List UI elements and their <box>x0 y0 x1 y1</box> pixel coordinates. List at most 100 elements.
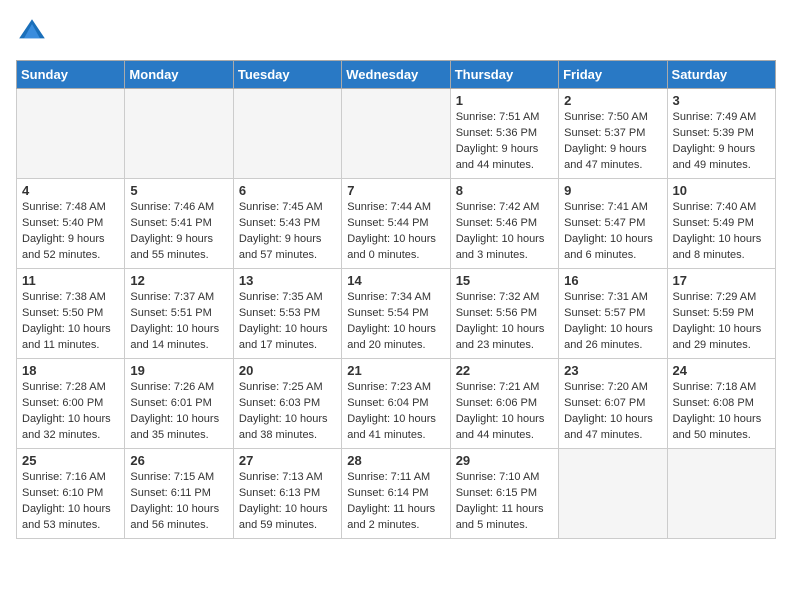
day-info: Sunrise: 7:16 AM Sunset: 6:10 PM Dayligh… <box>22 470 119 534</box>
col-header-tuesday: Tuesday <box>233 61 341 89</box>
day-number: 29 <box>456 453 553 468</box>
calendar-cell: 19 Sunrise: 7:26 AM Sunset: 6:01 PM Dayli… <box>125 359 233 449</box>
day-number: 11 <box>22 273 119 288</box>
col-header-saturday: Saturday <box>667 61 775 89</box>
day-info: Sunrise: 7:13 AM Sunset: 6:13 PM Dayligh… <box>239 470 336 534</box>
week-row-1: 1 Sunrise: 7:51 AM Sunset: 5:36 PM Daylig… <box>17 89 776 179</box>
day-number: 24 <box>673 363 770 378</box>
day-info: Sunrise: 7:41 AM Sunset: 5:47 PM Dayligh… <box>564 200 661 264</box>
calendar-cell: 1 Sunrise: 7:51 AM Sunset: 5:36 PM Daylig… <box>450 89 558 179</box>
col-header-monday: Monday <box>125 61 233 89</box>
calendar-cell: 24 Sunrise: 7:18 AM Sunset: 6:08 PM Dayli… <box>667 359 775 449</box>
day-number: 1 <box>456 93 553 108</box>
day-number: 9 <box>564 183 661 198</box>
day-info: Sunrise: 7:40 AM Sunset: 5:49 PM Dayligh… <box>673 200 770 264</box>
calendar-cell: 29 Sunrise: 7:10 AM Sunset: 6:15 PM Dayli… <box>450 449 558 539</box>
calendar-cell: 25 Sunrise: 7:16 AM Sunset: 6:10 PM Dayli… <box>17 449 125 539</box>
day-number: 7 <box>347 183 444 198</box>
day-info: Sunrise: 7:10 AM Sunset: 6:15 PM Dayligh… <box>456 470 553 534</box>
calendar-cell: 6Sunrise: 7:45 AM Sunset: 5:43 PM Daylig… <box>233 179 341 269</box>
calendar-cell: 5 Sunrise: 7:46 AM Sunset: 5:41 PM Daylig… <box>125 179 233 269</box>
calendar-cell: 18 Sunrise: 7:28 AM Sunset: 6:00 PM Dayli… <box>17 359 125 449</box>
week-row-5: 25 Sunrise: 7:16 AM Sunset: 6:10 PM Dayli… <box>17 449 776 539</box>
day-number: 3 <box>673 93 770 108</box>
day-info: Sunrise: 7:48 AM Sunset: 5:40 PM Dayligh… <box>22 200 119 264</box>
week-row-2: 4 Sunrise: 7:48 AM Sunset: 5:40 PM Daylig… <box>17 179 776 269</box>
day-number: 5 <box>130 183 227 198</box>
week-row-4: 18 Sunrise: 7:28 AM Sunset: 6:00 PM Dayli… <box>17 359 776 449</box>
day-number: 4 <box>22 183 119 198</box>
day-info: Sunrise: 7:35 AM Sunset: 5:53 PM Dayligh… <box>239 290 336 354</box>
page-header <box>16 16 776 48</box>
calendar-cell: 22 Sunrise: 7:21 AM Sunset: 6:06 PM Dayli… <box>450 359 558 449</box>
day-number: 28 <box>347 453 444 468</box>
calendar-cell: 14 Sunrise: 7:34 AM Sunset: 5:54 PM Dayli… <box>342 269 450 359</box>
day-info: Sunrise: 7:31 AM Sunset: 5:57 PM Dayligh… <box>564 290 661 354</box>
calendar-cell: 13 Sunrise: 7:35 AM Sunset: 5:53 PM Dayli… <box>233 269 341 359</box>
day-info: Sunrise: 7:46 AM Sunset: 5:41 PM Dayligh… <box>130 200 227 264</box>
calendar-cell <box>559 449 667 539</box>
col-header-wednesday: Wednesday <box>342 61 450 89</box>
day-info: Sunrise: 7:50 AM Sunset: 5:37 PM Dayligh… <box>564 110 661 174</box>
day-info: Sunrise: 7:42 AM Sunset: 5:46 PM Dayligh… <box>456 200 553 264</box>
calendar-cell <box>667 449 775 539</box>
calendar-cell: 8Sunrise: 7:42 AM Sunset: 5:46 PM Daylig… <box>450 179 558 269</box>
day-info: Sunrise: 7:15 AM Sunset: 6:11 PM Dayligh… <box>130 470 227 534</box>
calendar-table: SundayMondayTuesdayWednesdayThursdayFrid… <box>16 60 776 539</box>
calendar-cell: 15 Sunrise: 7:32 AM Sunset: 5:56 PM Dayli… <box>450 269 558 359</box>
day-info: Sunrise: 7:26 AM Sunset: 6:01 PM Dayligh… <box>130 380 227 444</box>
day-number: 25 <box>22 453 119 468</box>
day-number: 10 <box>673 183 770 198</box>
day-number: 19 <box>130 363 227 378</box>
calendar-cell: 20 Sunrise: 7:25 AM Sunset: 6:03 PM Dayli… <box>233 359 341 449</box>
day-number: 13 <box>239 273 336 288</box>
day-info: Sunrise: 7:25 AM Sunset: 6:03 PM Dayligh… <box>239 380 336 444</box>
day-info: Sunrise: 7:29 AM Sunset: 5:59 PM Dayligh… <box>673 290 770 354</box>
day-number: 12 <box>130 273 227 288</box>
calendar-cell: 28 Sunrise: 7:11 AM Sunset: 6:14 PM Dayli… <box>342 449 450 539</box>
day-number: 14 <box>347 273 444 288</box>
calendar-cell: 11Sunrise: 7:38 AM Sunset: 5:50 PM Dayli… <box>17 269 125 359</box>
calendar-cell <box>125 89 233 179</box>
day-info: Sunrise: 7:32 AM Sunset: 5:56 PM Dayligh… <box>456 290 553 354</box>
calendar-cell: 3 Sunrise: 7:49 AM Sunset: 5:39 PM Daylig… <box>667 89 775 179</box>
col-header-friday: Friday <box>559 61 667 89</box>
logo-icon <box>16 16 48 48</box>
day-info: Sunrise: 7:28 AM Sunset: 6:00 PM Dayligh… <box>22 380 119 444</box>
calendar-cell: 9 Sunrise: 7:41 AM Sunset: 5:47 PM Daylig… <box>559 179 667 269</box>
day-info: Sunrise: 7:51 AM Sunset: 5:36 PM Dayligh… <box>456 110 553 174</box>
day-info: Sunrise: 7:23 AM Sunset: 6:04 PM Dayligh… <box>347 380 444 444</box>
day-info: Sunrise: 7:21 AM Sunset: 6:06 PM Dayligh… <box>456 380 553 444</box>
calendar-cell: 2 Sunrise: 7:50 AM Sunset: 5:37 PM Daylig… <box>559 89 667 179</box>
day-number: 21 <box>347 363 444 378</box>
calendar-cell: 21 Sunrise: 7:23 AM Sunset: 6:04 PM Dayli… <box>342 359 450 449</box>
day-info: Sunrise: 7:34 AM Sunset: 5:54 PM Dayligh… <box>347 290 444 354</box>
calendar-cell: 27 Sunrise: 7:13 AM Sunset: 6:13 PM Dayli… <box>233 449 341 539</box>
calendar-cell <box>17 89 125 179</box>
calendar-cell: 4 Sunrise: 7:48 AM Sunset: 5:40 PM Daylig… <box>17 179 125 269</box>
day-number: 26 <box>130 453 227 468</box>
col-header-thursday: Thursday <box>450 61 558 89</box>
day-info: Sunrise: 7:18 AM Sunset: 6:08 PM Dayligh… <box>673 380 770 444</box>
day-info: Sunrise: 7:11 AM Sunset: 6:14 PM Dayligh… <box>347 470 444 534</box>
day-number: 22 <box>456 363 553 378</box>
day-number: 15 <box>456 273 553 288</box>
calendar-cell: 7 Sunrise: 7:44 AM Sunset: 5:44 PM Daylig… <box>342 179 450 269</box>
calendar-cell <box>233 89 341 179</box>
calendar-cell: 16Sunrise: 7:31 AM Sunset: 5:57 PM Dayli… <box>559 269 667 359</box>
calendar-cell: 12Sunrise: 7:37 AM Sunset: 5:51 PM Dayli… <box>125 269 233 359</box>
calendar-cell: 17 Sunrise: 7:29 AM Sunset: 5:59 PM Dayli… <box>667 269 775 359</box>
day-number: 18 <box>22 363 119 378</box>
day-number: 27 <box>239 453 336 468</box>
day-info: Sunrise: 7:44 AM Sunset: 5:44 PM Dayligh… <box>347 200 444 264</box>
calendar-cell: 10 Sunrise: 7:40 AM Sunset: 5:49 PM Dayli… <box>667 179 775 269</box>
calendar-cell: 23Sunrise: 7:20 AM Sunset: 6:07 PM Dayli… <box>559 359 667 449</box>
day-number: 23 <box>564 363 661 378</box>
day-number: 2 <box>564 93 661 108</box>
day-number: 20 <box>239 363 336 378</box>
day-info: Sunrise: 7:45 AM Sunset: 5:43 PM Dayligh… <box>239 200 336 264</box>
col-header-sunday: Sunday <box>17 61 125 89</box>
week-row-3: 11Sunrise: 7:38 AM Sunset: 5:50 PM Dayli… <box>17 269 776 359</box>
day-number: 17 <box>673 273 770 288</box>
day-info: Sunrise: 7:49 AM Sunset: 5:39 PM Dayligh… <box>673 110 770 174</box>
